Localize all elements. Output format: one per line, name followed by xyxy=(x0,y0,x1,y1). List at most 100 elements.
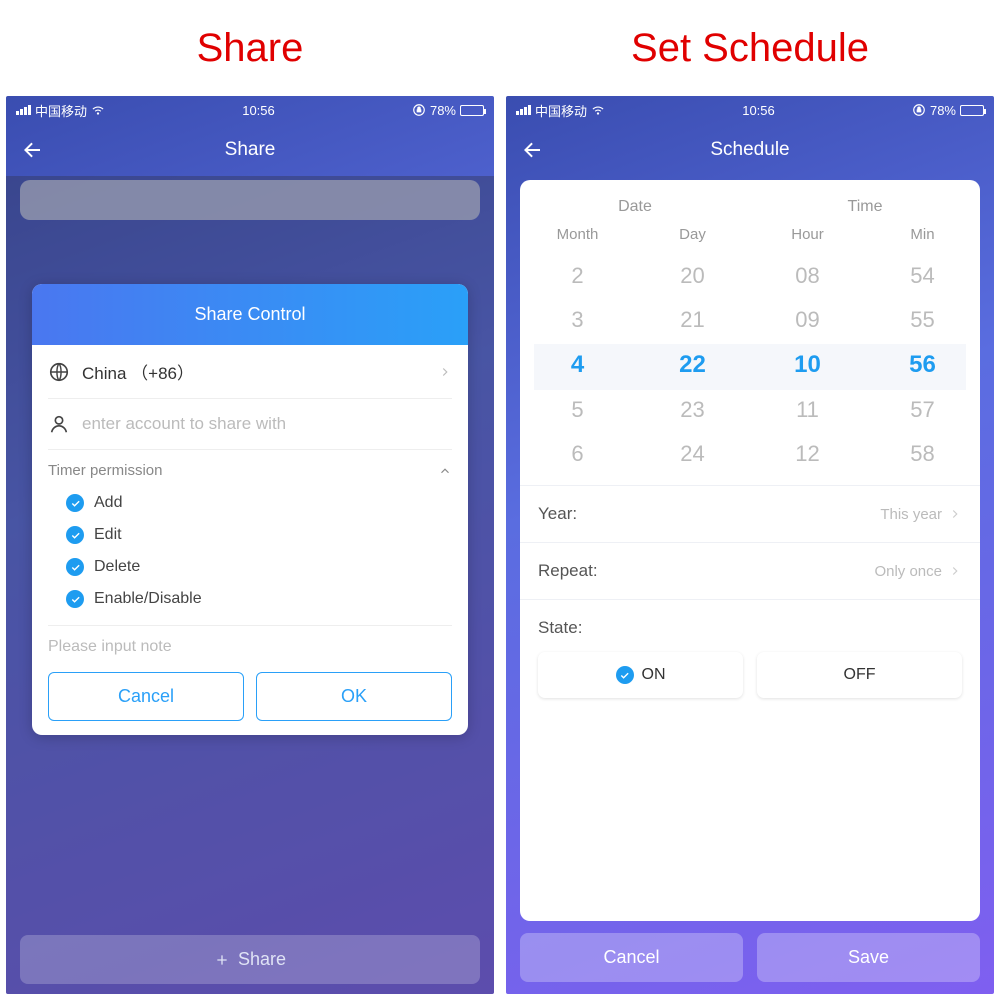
picker-col-min[interactable]: Min 54 55 56 57 58 xyxy=(865,226,980,475)
picker-value: 5 xyxy=(520,389,635,431)
picker-value: 24 xyxy=(635,433,750,475)
share-bottom-label: Share xyxy=(238,949,286,970)
picker-value: 08 xyxy=(750,255,865,297)
picker-value-selected: 56 xyxy=(865,343,980,387)
perm-item[interactable]: Delete xyxy=(66,551,452,583)
picker-value: 6 xyxy=(520,433,635,475)
perm-list: Add Edit Delete Enable/Disable xyxy=(48,485,452,626)
nav-bar: Schedule xyxy=(506,124,994,176)
picker-value: 54 xyxy=(865,255,980,297)
account-row[interactable]: enter account to share with xyxy=(48,399,452,450)
check-icon xyxy=(66,558,84,576)
year-value: This year xyxy=(880,506,942,523)
country-row[interactable]: China （+86） xyxy=(48,345,452,399)
cancel-button[interactable]: Cancel xyxy=(48,672,244,721)
picker-value: 57 xyxy=(865,389,980,431)
battery-pct: 78% xyxy=(430,103,456,118)
lock-rotation-icon xyxy=(412,103,426,117)
picker-value: 11 xyxy=(750,389,865,431)
picker-value-selected: 4 xyxy=(520,343,635,387)
state-on-label: ON xyxy=(642,666,666,684)
picker-section-headers: Date Time xyxy=(520,180,980,222)
picker-value: 58 xyxy=(865,433,980,475)
plus-icon xyxy=(214,952,230,968)
col-label: Day xyxy=(679,226,706,243)
picker-value: 21 xyxy=(635,299,750,341)
battery-icon xyxy=(460,105,484,116)
chevron-right-icon xyxy=(948,564,962,578)
perm-item[interactable]: Edit xyxy=(66,519,452,551)
check-icon xyxy=(616,666,634,684)
battery-icon xyxy=(960,105,984,116)
picker-value: 20 xyxy=(635,255,750,297)
top-label-schedule: Set Schedule xyxy=(500,26,1000,71)
repeat-row[interactable]: Repeat: Only once xyxy=(520,542,980,599)
picker-value: 12 xyxy=(750,433,865,475)
state-off-button[interactable]: OFF xyxy=(757,652,962,698)
state-on-button[interactable]: ON xyxy=(538,652,743,698)
share-control-modal: Share Control China （+86） enter account … xyxy=(32,284,468,735)
picker-value: 23 xyxy=(635,389,750,431)
picker-col-month[interactable]: Month 2 3 4 5 6 xyxy=(520,226,635,475)
picker-value-selected: 10 xyxy=(750,343,865,387)
person-icon xyxy=(48,413,70,435)
check-icon xyxy=(66,494,84,512)
share-bottom-button[interactable]: Share xyxy=(20,935,480,984)
chevron-up-icon xyxy=(438,464,452,478)
perm-label: Add xyxy=(94,494,122,512)
schedule-cancel-button[interactable]: Cancel xyxy=(520,933,743,982)
lock-rotation-icon xyxy=(912,103,926,117)
carrier-label: 中国移动 xyxy=(535,101,587,120)
modal-title: Share Control xyxy=(32,284,468,345)
note-input[interactable]: Please input note xyxy=(48,626,452,672)
perm-header-label: Timer permission xyxy=(48,462,162,479)
perm-header[interactable]: Timer permission xyxy=(48,450,452,485)
picker-value: 09 xyxy=(750,299,865,341)
signal-icon xyxy=(516,105,531,115)
perm-item[interactable]: Enable/Disable xyxy=(66,583,452,615)
note-placeholder: Please input note xyxy=(48,638,172,655)
state-row: State: xyxy=(520,599,980,656)
globe-icon xyxy=(48,361,70,383)
datetime-picker[interactable]: Month 2 3 4 5 6 Day 20 21 22 23 24 xyxy=(520,222,980,485)
picker-col-day[interactable]: Day 20 21 22 23 24 xyxy=(635,226,750,475)
year-label: Year: xyxy=(538,504,577,524)
chevron-right-icon xyxy=(948,507,962,521)
state-off-label: OFF xyxy=(844,666,876,684)
col-label: Month xyxy=(557,226,599,243)
phone-schedule: 中国移动 10:56 78% Schedule Date Time xyxy=(506,96,994,994)
nav-title: Share xyxy=(20,139,480,161)
state-label: State: xyxy=(538,618,582,638)
repeat-value: Only once xyxy=(874,563,942,580)
battery-pct: 78% xyxy=(930,103,956,118)
picker-value: 55 xyxy=(865,299,980,341)
wifi-icon xyxy=(591,103,605,117)
status-time: 10:56 xyxy=(242,103,275,118)
picker-col-hour[interactable]: Hour 08 09 10 11 12 xyxy=(750,226,865,475)
col-label: Hour xyxy=(791,226,824,243)
phone-share: 中国移动 10:56 78% Share Share Control China… xyxy=(6,96,494,994)
perm-label: Enable/Disable xyxy=(94,590,202,608)
date-header: Date xyxy=(520,198,750,216)
status-bar: 中国移动 10:56 78% xyxy=(506,96,994,124)
carrier-label: 中国移动 xyxy=(35,101,87,120)
perm-item[interactable]: Add xyxy=(66,487,452,519)
account-placeholder: enter account to share with xyxy=(82,414,452,434)
picker-value: 2 xyxy=(520,255,635,297)
schedule-save-button[interactable]: Save xyxy=(757,933,980,982)
country-value: China （+86） xyxy=(82,359,426,384)
perm-label: Edit xyxy=(94,526,122,544)
status-bar: 中国移动 10:56 78% xyxy=(6,96,494,124)
picker-value-selected: 22 xyxy=(635,343,750,387)
top-label-share: Share xyxy=(0,26,500,71)
year-row[interactable]: Year: This year xyxy=(520,485,980,542)
perm-label: Delete xyxy=(94,558,140,576)
chevron-right-icon xyxy=(438,365,452,379)
ok-button[interactable]: OK xyxy=(256,672,452,721)
repeat-label: Repeat: xyxy=(538,561,598,581)
wifi-icon xyxy=(91,103,105,117)
picker-value: 3 xyxy=(520,299,635,341)
time-header: Time xyxy=(750,198,980,216)
signal-icon xyxy=(16,105,31,115)
nav-title: Schedule xyxy=(520,139,980,161)
